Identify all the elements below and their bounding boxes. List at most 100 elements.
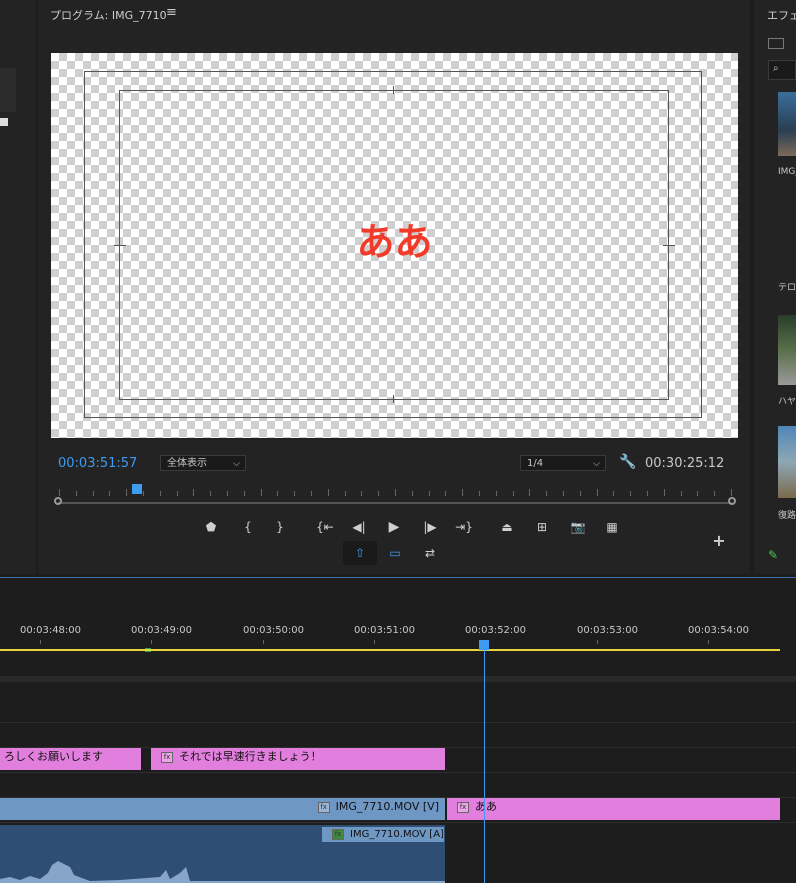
ruler-tick xyxy=(495,491,497,496)
ruler-tick xyxy=(176,491,178,496)
effects-item-label: テロ xyxy=(778,283,796,293)
extract-icon[interactable]: ⊞ xyxy=(532,517,552,537)
mini-time-ruler[interactable] xyxy=(51,487,738,501)
time-ruler-label: 00:03:51:00 xyxy=(354,625,416,636)
go-to-out-icon[interactable]: ⇥} xyxy=(454,517,474,537)
clip-thumbnail[interactable] xyxy=(778,426,796,498)
zoom-scrollbar[interactable] xyxy=(58,502,732,504)
ruler-tick xyxy=(40,640,41,644)
fx-badge-icon: fx xyxy=(317,801,330,813)
ruler-tick xyxy=(227,491,228,496)
step-back-icon[interactable]: ◀| xyxy=(349,517,369,537)
fx-badge-icon: fx xyxy=(332,828,344,840)
ruler-tick xyxy=(59,489,60,496)
track-divider xyxy=(0,676,796,682)
clip-thumbnail[interactable] xyxy=(778,315,796,385)
ruler-tick xyxy=(613,491,615,496)
playback-resolution-select[interactable]: 1/4 ⌵ xyxy=(520,455,606,471)
ruler-tick xyxy=(378,491,380,496)
program-monitor-title[interactable]: プログラム: IMG_7710 xyxy=(50,7,167,23)
graphic-clip[interactable]: fx ああ xyxy=(447,798,780,820)
chevron-down-icon: ⌵ xyxy=(233,459,240,469)
lift-icon[interactable]: ⏏ xyxy=(497,517,517,537)
scrollbar-handle-left[interactable] xyxy=(54,497,62,505)
left-panel-item[interactable] xyxy=(0,68,16,112)
panel-menu-icon[interactable]: ≡ xyxy=(166,5,177,20)
overwrite-icon[interactable]: ⇄ xyxy=(420,543,440,563)
insert-icon[interactable]: ⇧ xyxy=(350,543,370,563)
time-ruler-label: 00:03:49:00 xyxy=(131,625,193,636)
video-clip[interactable]: fx IMG_7710.MOV [V] xyxy=(0,798,445,820)
playhead-timecode[interactable]: 00:03:51:57 xyxy=(58,456,137,471)
pencil-icon[interactable]: ✎ xyxy=(768,548,778,562)
ruler-tick xyxy=(210,491,212,496)
clip-thumbnail[interactable] xyxy=(778,92,796,156)
add-marker-icon[interactable]: ⬟ xyxy=(201,517,221,537)
caption-clip-label: それでは早速行きましょう！ xyxy=(179,750,322,763)
ruler-tick xyxy=(731,489,732,496)
safe-margins-icon[interactable]: ▭ xyxy=(385,543,405,563)
ruler-tick xyxy=(92,491,94,496)
time-ruler-label: 00:03:48:00 xyxy=(20,625,82,636)
ruler-tick xyxy=(151,640,152,644)
ruler-tick xyxy=(708,640,709,644)
zoom-level-select[interactable]: 全体表示 ⌵ xyxy=(160,455,246,471)
video-preview[interactable]: ああ xyxy=(51,53,738,438)
play-icon[interactable]: ▶ xyxy=(384,517,404,537)
ruler-tick xyxy=(546,491,548,496)
scrollbar-handle-right[interactable] xyxy=(728,497,736,505)
zoom-level-value: 全体表示 xyxy=(167,458,207,469)
settings-wrench-icon[interactable]: 🔧 xyxy=(619,454,636,470)
work-area-bar[interactable] xyxy=(0,649,780,651)
center-mark-top xyxy=(393,86,394,94)
search-input[interactable]: ⌕ xyxy=(768,60,796,80)
track-separator xyxy=(0,722,796,723)
ruler-tick xyxy=(714,491,716,496)
ruler-tick xyxy=(75,491,77,496)
audio-clip-header[interactable]: fx IMG_7710.MOV [A] xyxy=(322,827,444,842)
audio-waveform xyxy=(0,861,445,883)
step-forward-icon[interactable]: |▶ xyxy=(420,517,440,537)
ruler-tick xyxy=(327,489,329,496)
caption-clip[interactable]: fx それでは早速行きましょう！ xyxy=(151,748,445,770)
button-editor-plus-icon[interactable]: + xyxy=(709,531,729,551)
time-ruler-label: 00:03:50:00 xyxy=(243,625,305,636)
time-ruler-label: 00:03:53:00 xyxy=(577,625,639,636)
ruler-tick xyxy=(193,489,195,496)
folder-icon[interactable] xyxy=(768,38,784,49)
ruler-tick xyxy=(374,640,375,644)
ruler-tick xyxy=(126,489,128,496)
time-ruler-label: 00:03:54:00 xyxy=(688,625,750,636)
playback-resolution-value: 1/4 xyxy=(527,458,544,469)
track-separator xyxy=(0,822,796,823)
ruler-tick xyxy=(563,491,564,496)
mini-playhead[interactable] xyxy=(132,484,142,494)
ruler-tick xyxy=(277,491,279,496)
time-ruler-label: 00:03:52:00 xyxy=(465,625,527,636)
timeline-playhead-line[interactable] xyxy=(484,642,485,883)
comparison-view-icon[interactable]: ▦ xyxy=(602,517,622,537)
fx-badge-icon: fx xyxy=(457,801,469,813)
track-separator xyxy=(0,772,796,773)
effects-item-label: IMG_ xyxy=(778,167,796,177)
ruler-tick xyxy=(597,640,598,644)
caption-text[interactable]: ああ xyxy=(51,211,738,266)
ruler-tick xyxy=(529,489,531,496)
timeline-playhead[interactable] xyxy=(479,640,489,650)
ruler-tick xyxy=(630,491,632,496)
go-to-in-icon[interactable]: {⇤ xyxy=(315,517,335,537)
center-mark-bottom xyxy=(393,395,394,403)
mark-in-icon[interactable]: { xyxy=(238,517,258,537)
caption-clip[interactable]: ろしくお願いします xyxy=(0,748,141,770)
mark-out-icon[interactable]: } xyxy=(270,517,290,537)
program-monitor: プログラム: IMG_7710 ≡ ああ 00:03:51:57 全体表示 ⌵ … xyxy=(38,0,750,574)
export-frame-camera-icon[interactable]: 📷 xyxy=(568,517,588,537)
audio-clip-label: IMG_7710.MOV [A] xyxy=(350,829,444,840)
effects-panel-title[interactable]: エフェ xyxy=(767,7,796,23)
ruler-tick xyxy=(663,489,665,496)
search-icon: ⌕ xyxy=(773,63,779,74)
effects-panel: エフェ ⌕ IMG_ テロ ハヤ 復路 ✎ xyxy=(754,0,796,574)
duration-timecode: 00:30:25:12 xyxy=(645,456,725,471)
ruler-tick xyxy=(311,491,312,496)
ruler-tick xyxy=(260,489,262,496)
